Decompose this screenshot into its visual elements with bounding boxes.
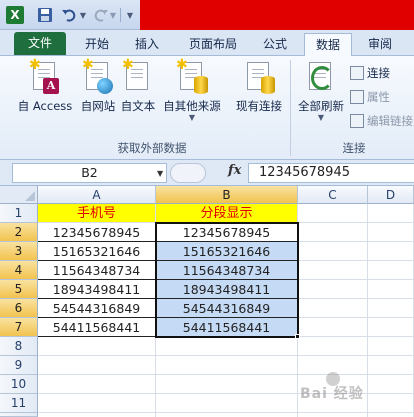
from-web-label: 自网站 bbox=[80, 99, 116, 113]
from-access-label: 自 Access bbox=[17, 99, 73, 113]
redo-dropdown-icon[interactable]: ▼ bbox=[108, 6, 118, 24]
tab-home[interactable]: 开始 bbox=[78, 33, 116, 56]
cell-b1[interactable]: 分段显示 bbox=[156, 204, 298, 223]
edit-links-label: 编辑链接 bbox=[367, 114, 413, 128]
title-banner bbox=[140, 0, 414, 30]
cell-c1[interactable] bbox=[298, 204, 368, 223]
phone-cell[interactable]: 12345678945 bbox=[38, 223, 156, 242]
segmented-cell[interactable]: 12345678945 bbox=[156, 223, 298, 242]
row-header[interactable]: 9 bbox=[0, 356, 38, 375]
title-bar: X ▼ ▼ ▼ bbox=[0, 0, 414, 30]
column-header-a[interactable]: A bbox=[38, 186, 156, 204]
insert-function-icon[interactable]: fx bbox=[228, 163, 241, 178]
segmented-cell[interactable]: 54544316849 bbox=[156, 299, 298, 318]
segmented-cell[interactable]: 11564348734 bbox=[156, 261, 298, 280]
connections-label: 连接 bbox=[367, 66, 390, 80]
tab-page-layout[interactable]: 页面布局 bbox=[180, 33, 246, 56]
access-icon: ✱ A bbox=[29, 58, 61, 94]
row-header[interactable]: 7 bbox=[0, 318, 38, 337]
row-header[interactable]: 8 bbox=[0, 337, 38, 356]
tab-insert[interactable]: 插入 bbox=[128, 33, 166, 56]
from-text-button[interactable]: ✱ 自文本 bbox=[118, 58, 158, 114]
tab-file[interactable]: 文件 bbox=[14, 32, 66, 55]
undo-icon[interactable] bbox=[60, 6, 78, 24]
chevron-down-icon: ▼ bbox=[188, 113, 196, 122]
row-header[interactable]: 5 bbox=[0, 280, 38, 299]
cell-a1[interactable]: 手机号 bbox=[38, 204, 156, 223]
existing-connections-label: 现有连接 bbox=[236, 99, 282, 113]
connections-button[interactable]: 连接 bbox=[350, 64, 390, 82]
from-other-sources-button[interactable]: ✱ 自其他来源 ▼ bbox=[160, 58, 224, 122]
connections-small-icon bbox=[350, 66, 364, 80]
segmented-cell[interactable]: 18943498411 bbox=[156, 280, 298, 299]
properties-icon bbox=[350, 90, 364, 104]
web-icon: ✱ bbox=[82, 58, 114, 94]
cell-d1[interactable] bbox=[368, 204, 414, 223]
row-header[interactable]: 3 bbox=[0, 242, 38, 261]
phone-cell[interactable]: 54411568441 bbox=[38, 318, 156, 337]
customize-quick-access-icon[interactable]: ▼ bbox=[124, 6, 136, 24]
undo-dropdown-icon[interactable]: ▼ bbox=[78, 6, 88, 24]
chevron-down-icon: ▼ bbox=[317, 113, 325, 122]
from-other-sources-label: 自其他来源 bbox=[163, 99, 221, 113]
toolbar-separator bbox=[120, 8, 121, 22]
text-file-icon: ✱ bbox=[122, 58, 154, 94]
name-box[interactable]: B2 bbox=[12, 163, 167, 183]
select-all-corner[interactable] bbox=[0, 186, 38, 204]
row-header[interactable] bbox=[0, 413, 38, 417]
properties-label: 属性 bbox=[367, 90, 390, 104]
refresh-icon bbox=[305, 60, 337, 94]
edit-links-button[interactable]: 编辑链接 bbox=[350, 112, 413, 130]
from-access-button[interactable]: ✱ A 自 Access bbox=[14, 58, 76, 114]
existing-connections-button[interactable]: 现有连接 bbox=[232, 60, 286, 114]
tab-data[interactable]: 数据 bbox=[304, 33, 352, 56]
watermark: Bai 经验 bbox=[300, 386, 364, 402]
properties-button[interactable]: 属性 bbox=[350, 88, 390, 106]
phone-cell[interactable]: 11564348734 bbox=[38, 261, 156, 280]
get-external-data-group-label: 获取外部数据 bbox=[117, 141, 187, 155]
formula-bar: B2 ▼ fx 12345678945 bbox=[0, 160, 414, 186]
ribbon-tabs: 文件 开始 插入 页面布局 公式 数据 审阅 bbox=[0, 30, 414, 56]
ribbon-data: ✱ A 自 Access ✱ 自网站 ✱ 自文本 ✱ 自其他来源 ▼ 现有连接 获… bbox=[0, 56, 414, 160]
excel-logo-icon[interactable]: X bbox=[6, 6, 24, 24]
formula-buttons[interactable] bbox=[170, 163, 206, 183]
connections-group-label: 连接 bbox=[342, 141, 366, 155]
tab-formulas[interactable]: 公式 bbox=[256, 33, 294, 56]
row-header[interactable]: 10 bbox=[0, 375, 38, 394]
from-web-button[interactable]: ✱ 自网站 bbox=[78, 58, 118, 114]
other-sources-icon: ✱ bbox=[176, 58, 208, 94]
from-text-label: 自文本 bbox=[120, 99, 156, 113]
phone-cell[interactable]: 54544316849 bbox=[38, 299, 156, 318]
edit-links-icon bbox=[350, 114, 364, 128]
column-header-b[interactable]: B bbox=[156, 186, 298, 204]
row-header[interactable]: 1 bbox=[0, 204, 38, 223]
column-header-c[interactable]: C bbox=[298, 186, 368, 204]
group-separator bbox=[290, 60, 291, 156]
formula-input[interactable]: 12345678945 bbox=[248, 163, 414, 183]
segmented-cell[interactable]: 54411568441 bbox=[156, 318, 298, 337]
empty-cells-a[interactable] bbox=[38, 337, 156, 417]
tab-review[interactable]: 审阅 bbox=[360, 33, 400, 56]
refresh-all-button[interactable]: 全部刷新 ▼ bbox=[294, 60, 348, 122]
refresh-all-label: 全部刷新 bbox=[298, 99, 344, 113]
phone-cell[interactable]: 15165321646 bbox=[38, 242, 156, 261]
chevron-down-icon[interactable]: ▼ bbox=[157, 169, 163, 178]
fill-handle[interactable] bbox=[295, 334, 300, 339]
row-header[interactable]: 11 bbox=[0, 394, 38, 413]
empty-cells-b[interactable] bbox=[156, 337, 298, 417]
column-header-d[interactable]: D bbox=[368, 186, 414, 204]
row-header[interactable]: 2 bbox=[0, 223, 38, 242]
empty-cells-d[interactable] bbox=[368, 223, 414, 417]
save-icon[interactable] bbox=[36, 6, 54, 24]
segmented-cell[interactable]: 15165321646 bbox=[156, 242, 298, 261]
row-header[interactable]: 6 bbox=[0, 299, 38, 318]
row-header[interactable]: 4 bbox=[0, 261, 38, 280]
connections-icon bbox=[243, 60, 275, 94]
phone-cell[interactable]: 18943498411 bbox=[38, 280, 156, 299]
